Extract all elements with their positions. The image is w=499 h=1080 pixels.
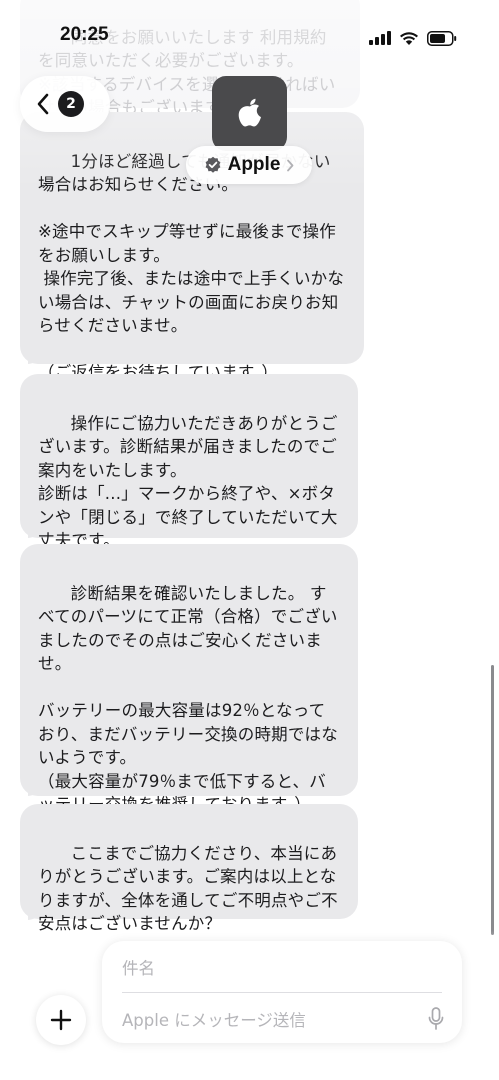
contact-avatar[interactable] (212, 76, 287, 151)
subject-input[interactable]: 件名 (122, 955, 442, 981)
message-text: 1分ほど経過しても通知が届かない場合はお知らせください。 ※途中でスキップ等せず… (38, 151, 345, 383)
message-input[interactable]: Apple にメッセージ送信 (122, 1007, 412, 1033)
battery-icon (427, 30, 457, 46)
wifi-icon (400, 31, 418, 45)
compose-divider (122, 992, 442, 993)
unread-count-badge: 2 (58, 91, 84, 117)
chat-screen: 同意をお願いいたします 利用規約を同意いただく必要がございます。 ※該当するデバ… (0, 0, 499, 1080)
scroll-indicator[interactable] (491, 665, 494, 935)
message-text: 診断結果を確認いたしました。 すべてのパーツにて正常（合格）でございましたのでそ… (38, 583, 338, 815)
verified-badge-icon (205, 156, 221, 173)
add-attachment-button[interactable] (36, 995, 86, 1045)
status-time: 20:25 (60, 24, 109, 45)
message-bubble: 操作にご協力いただきありがとうございます。診断結果が届きましたのでご案内をいたし… (20, 374, 358, 550)
status-bar: 20:25 (0, 22, 499, 52)
back-chevron-icon (37, 93, 49, 115)
message-bubble: 診断結果を確認いたしました。 すべてのパーツにて正常（合格）でございましたのでそ… (20, 544, 358, 814)
message-text: 操作にご協力いただきありがとうございます。診断結果が届きましたのでご案内をいたし… (38, 413, 338, 551)
microphone-icon[interactable] (428, 1007, 444, 1031)
cellular-signal-icon (369, 31, 391, 45)
status-icons (369, 28, 457, 48)
apple-logo-icon (238, 98, 261, 126)
message-text: ここまでご協力くださり、本当にありがとうございます。ご案内は以上となりますが、全… (38, 843, 338, 934)
plus-icon (50, 1009, 72, 1031)
back-button[interactable]: 2 (20, 76, 110, 132)
message-bubble: ここまでご協力くださり、本当にありがとうございます。ご案内は以上となりますが、全… (20, 804, 358, 933)
compose-box: 件名 Apple にメッセージ送信 (102, 941, 462, 1043)
chevron-right-icon (287, 159, 294, 171)
contact-name-button[interactable]: Apple (186, 146, 312, 184)
contact-name: Apple (227, 154, 281, 175)
